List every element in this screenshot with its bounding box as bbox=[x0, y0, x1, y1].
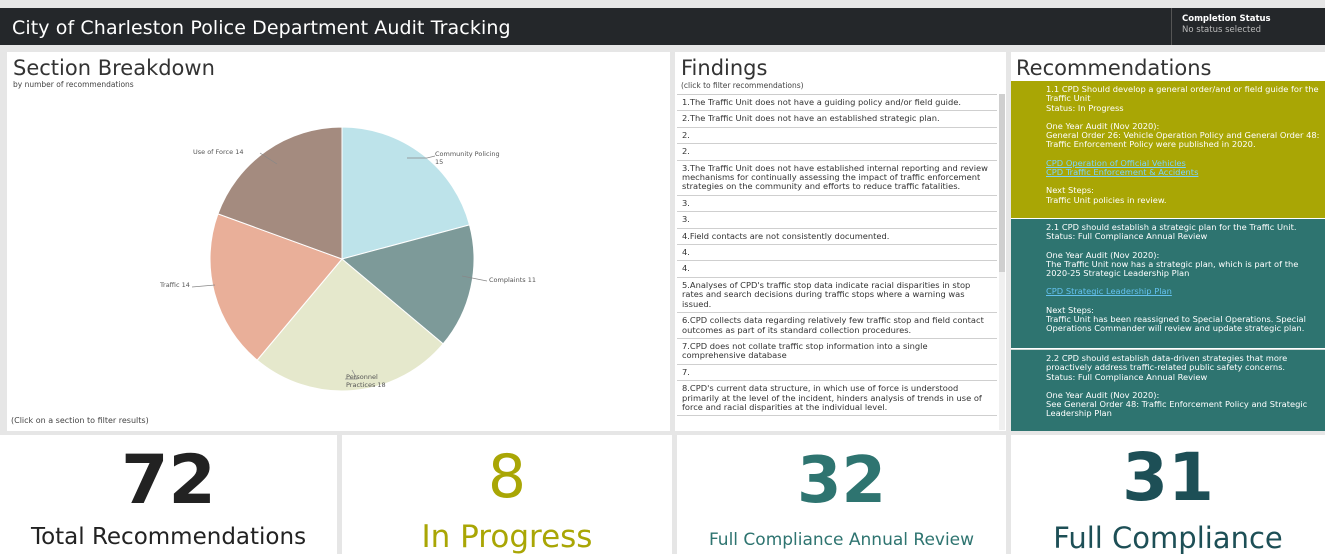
recommendation-text: 2.2 CPD should establish data-driven str… bbox=[1046, 353, 1288, 373]
finding-item[interactable]: 2. bbox=[677, 127, 997, 145]
finding-item[interactable]: 3. bbox=[677, 212, 997, 229]
pie-leader-line bbox=[191, 284, 216, 288]
finding-item[interactable]: 7.CPD does not collate traffic stop info… bbox=[677, 338, 997, 365]
audit-text: The Traffic Unit now has a strategic pla… bbox=[1046, 258, 1299, 279]
findings-title: Findings bbox=[681, 56, 768, 80]
recommendations-title: Recommendations bbox=[1016, 56, 1212, 80]
section-breakdown-footnote: (Click on a section to filter results) bbox=[11, 416, 149, 425]
kpi-full-compliance-label: Full Compliance bbox=[1053, 521, 1283, 554]
recommendation-status: Status: Full Compliance Annual Review bbox=[1046, 371, 1208, 382]
finding-item[interactable]: 3.The Traffic Unit does not have establi… bbox=[677, 160, 997, 196]
finding-item[interactable]: 6.CPD collects data regarding relatively… bbox=[677, 313, 997, 339]
findings-list[interactable]: 1.The Traffic Unit does not have a guidi… bbox=[677, 94, 997, 431]
kpi-full-compliance-number: 31 bbox=[1122, 439, 1214, 516]
recommendation-item[interactable]: 1.1 CPD Should develop a general order/a… bbox=[1011, 81, 1325, 218]
audit-text: General Order 26: Vehicle Operation Poli… bbox=[1046, 130, 1320, 150]
findings-subtitle: (click to filter recommendations) bbox=[681, 81, 804, 90]
finding-item[interactable]: 2.The Traffic Unit does not have an esta… bbox=[677, 111, 997, 128]
link-strategic-leadership-plan[interactable]: CPD Strategic Leadership Plan bbox=[1046, 286, 1172, 296]
finding-item[interactable]: 5.Analyses of CPD's traffic stop data in… bbox=[677, 277, 997, 314]
kpi-annual-review-number: 32 bbox=[796, 444, 887, 518]
next-steps-text: Traffic Unit has been reassigned to Spec… bbox=[1046, 314, 1306, 334]
finding-item[interactable]: 8.CPD's current data structure, in which… bbox=[677, 381, 997, 417]
findings-scrollbar[interactable] bbox=[999, 94, 1005, 430]
pie-label-community-policing-text: Community Policing 15 bbox=[435, 150, 500, 166]
finding-item[interactable]: 2. bbox=[677, 144, 997, 161]
recommendation-item[interactable]: 2.2 CPD should establish data-driven str… bbox=[1011, 349, 1325, 431]
finding-item[interactable]: 1.The Traffic Unit does not have a guidi… bbox=[677, 95, 997, 112]
kpi-in-progress-number: 8 bbox=[487, 442, 527, 512]
app-header: City of Charleston Police Department Aud… bbox=[0, 8, 1325, 45]
kpi-total-number: 72 bbox=[121, 441, 216, 520]
completion-status-title: Completion Status bbox=[1182, 14, 1271, 24]
finding-item[interactable]: 4. bbox=[677, 245, 997, 262]
kpi-full-compliance-annual-review: 32 Full Compliance Annual Review bbox=[677, 435, 1006, 554]
pie-label-community-policing: Community Policing 15 bbox=[435, 150, 505, 166]
app-title: City of Charleston Police Department Aud… bbox=[12, 17, 511, 39]
pie-label-traffic: Traffic 14 bbox=[160, 281, 190, 289]
section-breakdown-panel: Section Breakdown by number of recommend… bbox=[7, 52, 670, 431]
pie-label-personnel-practices: Personnel Practices 18 bbox=[346, 373, 406, 389]
next-steps-text: Traffic Unit policies in review. bbox=[1046, 194, 1167, 205]
recommendation-item[interactable]: 2.1 CPD should establish a strategic pla… bbox=[1011, 219, 1325, 348]
kpi-total-label: Total Recommendations bbox=[30, 524, 307, 550]
pie-label-personnel-practices-text: Personnel Practices 18 bbox=[346, 373, 386, 389]
recommendation-status: Status: In Progress bbox=[1046, 102, 1124, 113]
recommendation-text: 1.1 CPD Should develop a general order/a… bbox=[1046, 84, 1319, 104]
finding-item[interactable]: 3. bbox=[677, 195, 997, 213]
finding-item[interactable]: 7. bbox=[677, 364, 997, 382]
audit-text: See General Order 48: Traffic Enforcemen… bbox=[1046, 399, 1308, 419]
pie-label-complaints: Complaints 11 bbox=[489, 276, 536, 284]
finding-item[interactable]: 4. bbox=[677, 261, 997, 278]
kpi-total-recommendations: 72 Total Recommendations bbox=[0, 435, 337, 554]
kpi-full-compliance: 31 Full Compliance bbox=[1011, 435, 1325, 554]
kpi-annual-review-label: Full Compliance Annual Review bbox=[708, 530, 975, 550]
kpi-in-progress-label: In Progress bbox=[421, 519, 593, 554]
pie-label-use-of-force: Use of Force 14 bbox=[193, 148, 244, 156]
finding-item[interactable]: 4.Field contacts are not consistently do… bbox=[677, 228, 997, 246]
kpi-in-progress: 8 In Progress bbox=[342, 435, 672, 554]
completion-status-value: No status selected bbox=[1182, 25, 1261, 35]
completion-status-selector[interactable]: Completion Status No status selected bbox=[1171, 8, 1325, 45]
findings-scrollbar-thumb[interactable] bbox=[999, 94, 1005, 272]
recommendation-status: Status: Full Compliance Annual Review bbox=[1046, 231, 1208, 242]
link-cpd-traffic-enforcement[interactable]: CPD Traffic Enforcement & Accidents bbox=[1046, 167, 1325, 177]
section-pie-chart[interactable] bbox=[7, 52, 670, 431]
